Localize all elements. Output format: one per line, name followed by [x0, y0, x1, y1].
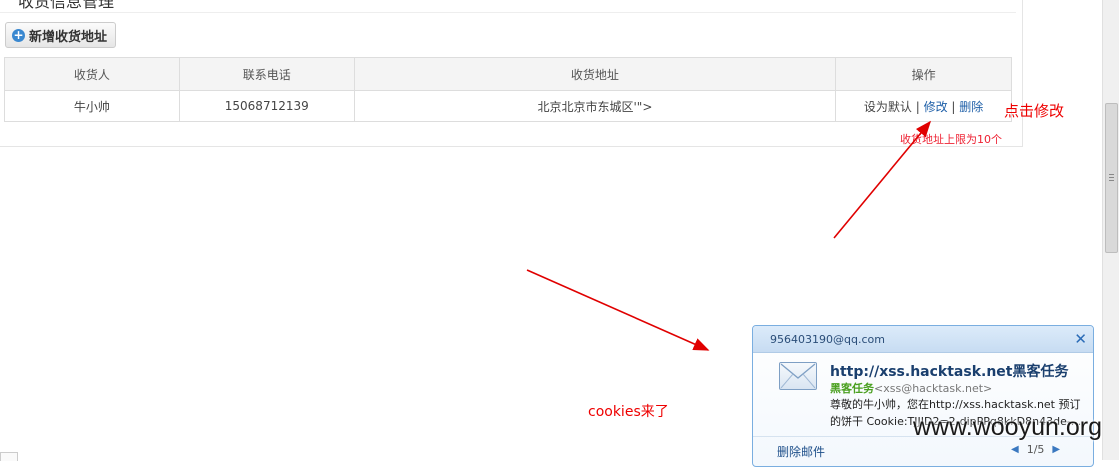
arrow-to-notification: [526, 269, 710, 351]
arrow-to-edit: [833, 120, 932, 239]
scrollbar-thumb[interactable]: [1105, 103, 1118, 253]
mail-preview-line: 尊敬的牛小帅，您在http://xss.hacktask.net 预订: [830, 398, 1081, 411]
notification-header: 956403190@qq.com ✕: [753, 326, 1093, 353]
envelope-icon: [779, 362, 817, 390]
grip-icon: [1109, 174, 1114, 181]
sender-name: 黑客任务: [830, 382, 874, 395]
sender-address: <xss@hacktask.net>: [874, 382, 993, 395]
delete-mail-button[interactable]: 删除邮件: [777, 443, 825, 460]
close-icon[interactable]: ✕: [1074, 330, 1087, 348]
mail-subject[interactable]: http://xss.hacktask.net黑客任务: [830, 361, 1069, 381]
mail-sender: 黑客任务<xss@hacktask.net>: [830, 380, 992, 396]
notification-pager: ◀ 1/5 ▶: [1011, 443, 1060, 456]
vertical-scrollbar[interactable]: [1102, 0, 1119, 460]
triangle-left-icon[interactable]: ◀: [1011, 444, 1019, 455]
mail-notification-popup[interactable]: 956403190@qq.com ✕ http://xss.hacktask.n…: [752, 325, 1094, 467]
pager-count: 1/5: [1026, 443, 1045, 456]
notification-account: 956403190@qq.com: [770, 333, 885, 346]
triangle-right-icon[interactable]: ▶: [1052, 444, 1060, 455]
watermark: www.wooyun.org: [913, 413, 1102, 441]
